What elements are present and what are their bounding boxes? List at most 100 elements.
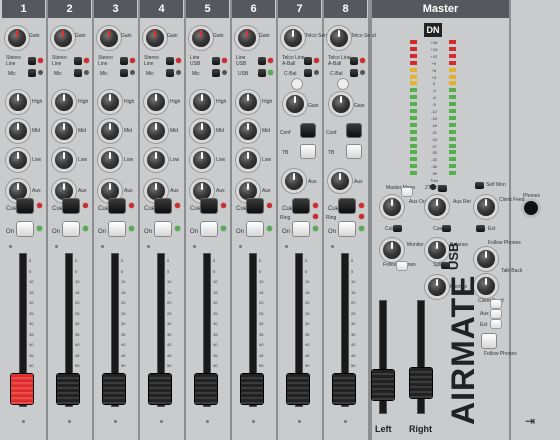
eq-knob-aux[interactable] xyxy=(9,182,27,200)
on-button[interactable] xyxy=(155,222,171,236)
eq-knob-high[interactable] xyxy=(239,93,257,111)
eq-knob-aux[interactable] xyxy=(101,182,119,200)
balance-knob[interactable] xyxy=(428,241,446,259)
eq-knob-high[interactable] xyxy=(55,93,73,111)
eq-knob-aux[interactable] xyxy=(147,182,165,200)
input-select-button[interactable] xyxy=(74,69,82,77)
eq-knob-mid[interactable] xyxy=(55,122,73,140)
eq-knob-low[interactable] xyxy=(101,151,119,169)
aux-out-knob[interactable] xyxy=(383,198,401,216)
cue-button[interactable] xyxy=(63,199,79,213)
ext-button-2[interactable] xyxy=(491,320,501,328)
aux-knob[interactable] xyxy=(285,172,303,190)
channel-fader[interactable] xyxy=(149,374,171,404)
on-button[interactable] xyxy=(293,222,309,236)
cue-button[interactable] xyxy=(17,199,33,213)
eq-knob-low[interactable] xyxy=(55,151,73,169)
cue-button[interactable] xyxy=(201,199,217,213)
on-button[interactable] xyxy=(63,222,79,236)
phones-jack[interactable] xyxy=(524,201,538,215)
input-select-button[interactable] xyxy=(212,57,220,65)
channel-fader[interactable] xyxy=(333,374,355,404)
eq-knob-high[interactable] xyxy=(193,93,211,111)
gain-knob[interactable] xyxy=(54,29,72,47)
eq-knob-low[interactable] xyxy=(239,151,257,169)
conf-button[interactable] xyxy=(347,124,361,137)
input-select-button[interactable] xyxy=(304,57,312,65)
input-select-button[interactable] xyxy=(304,69,312,77)
eq-knob-mid[interactable] xyxy=(193,122,211,140)
gain-knob[interactable] xyxy=(330,29,348,47)
gain-knob[interactable] xyxy=(8,29,26,47)
eq-knob-low[interactable] xyxy=(9,151,27,169)
on-button[interactable] xyxy=(17,222,33,236)
eq-knob-aux[interactable] xyxy=(55,182,73,200)
client-feed-knob[interactable] xyxy=(477,198,495,216)
telco-gain-knob[interactable] xyxy=(286,95,304,113)
ext-button[interactable] xyxy=(476,225,485,232)
channel-fader[interactable] xyxy=(57,374,79,404)
cue-button[interactable] xyxy=(293,199,309,213)
input-select-button[interactable] xyxy=(120,57,128,65)
aux-knob[interactable] xyxy=(331,172,349,190)
eq-knob-low[interactable] xyxy=(193,151,211,169)
input-select-button[interactable] xyxy=(28,69,36,77)
master-fader-left[interactable] xyxy=(372,370,394,400)
cut-button[interactable] xyxy=(393,225,402,232)
conf-button[interactable] xyxy=(301,124,315,137)
eq-knob-mid[interactable] xyxy=(239,122,257,140)
eq-knob-mid[interactable] xyxy=(9,122,27,140)
input-select-button[interactable] xyxy=(166,69,174,77)
input-select-button[interactable] xyxy=(350,57,358,65)
eq-knob-mid[interactable] xyxy=(147,122,165,140)
eq-knob-low[interactable] xyxy=(147,151,165,169)
master-fader-right[interactable] xyxy=(410,368,432,398)
talkback-button[interactable] xyxy=(347,145,361,158)
input-select-button[interactable] xyxy=(120,69,128,77)
gain-knob[interactable] xyxy=(146,29,164,47)
gain-knob[interactable] xyxy=(100,29,118,47)
input-select-button[interactable] xyxy=(212,69,220,77)
eq-knob-high[interactable] xyxy=(9,93,27,111)
phones-knob[interactable] xyxy=(428,278,446,296)
eq-knob-high[interactable] xyxy=(147,93,165,111)
channel-fader[interactable] xyxy=(287,374,309,404)
eq-knob-high[interactable] xyxy=(101,93,119,111)
cue-button[interactable] xyxy=(339,199,355,213)
cue-button[interactable] xyxy=(109,199,125,213)
on-button[interactable] xyxy=(201,222,217,236)
channel-fader[interactable] xyxy=(241,374,263,404)
self-mon-button[interactable] xyxy=(475,182,484,189)
eq-knob-aux[interactable] xyxy=(193,182,211,200)
eq-knob-mid[interactable] xyxy=(101,122,119,140)
talkback-button[interactable] xyxy=(301,145,315,158)
client-feed-button[interactable] xyxy=(491,300,501,308)
gain-knob[interactable] xyxy=(238,29,256,47)
telco-gain-knob[interactable] xyxy=(332,95,350,113)
talk-back-knob[interactable] xyxy=(477,250,495,268)
channel-fader[interactable] xyxy=(195,374,217,404)
on-button[interactable] xyxy=(109,222,125,236)
gain-knob[interactable] xyxy=(192,29,210,47)
cue-button[interactable] xyxy=(155,199,171,213)
input-select-button[interactable] xyxy=(258,69,266,77)
follow-phones-button[interactable] xyxy=(397,262,407,270)
monitor-knob[interactable] xyxy=(383,241,401,259)
input-select-button[interactable] xyxy=(258,57,266,65)
follow-phones-button-2[interactable] xyxy=(482,334,496,348)
eq-knob-aux[interactable] xyxy=(239,182,257,200)
on-button[interactable] xyxy=(247,222,263,236)
input-select-button[interactable] xyxy=(166,57,174,65)
input-select-button[interactable] xyxy=(350,69,358,77)
master-mono-button[interactable] xyxy=(402,188,412,196)
cue-button[interactable] xyxy=(247,199,263,213)
input-select-button[interactable] xyxy=(28,57,36,65)
aux-button[interactable] xyxy=(491,310,501,318)
aux-ret-knob[interactable] xyxy=(428,198,446,216)
two-track-button[interactable] xyxy=(438,185,447,192)
input-select-button[interactable] xyxy=(74,57,82,65)
gain-knob[interactable] xyxy=(284,29,302,47)
cue-master-button[interactable] xyxy=(442,225,451,232)
on-button[interactable] xyxy=(339,222,355,236)
channel-fader[interactable] xyxy=(11,374,33,404)
